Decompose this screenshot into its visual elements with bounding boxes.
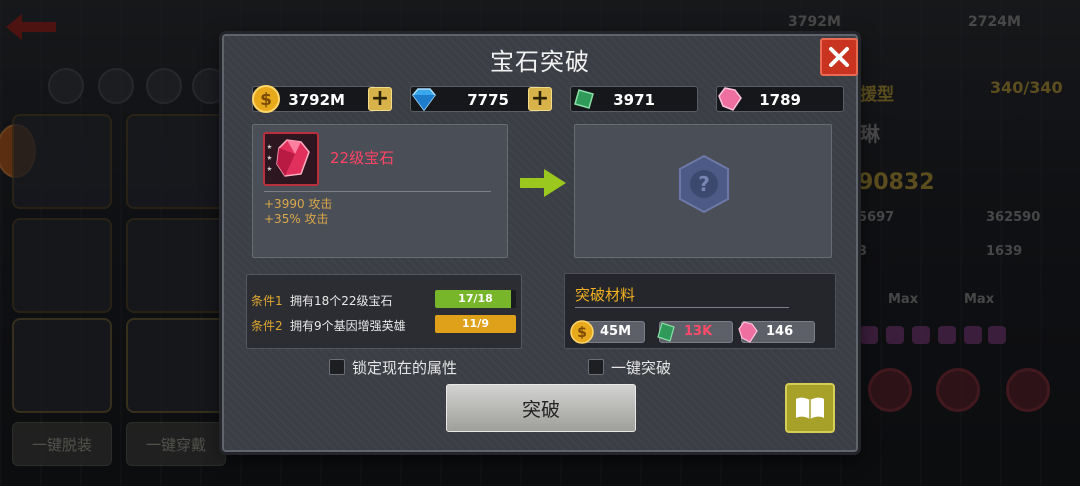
breakthrough-button[interactable]: 突破 (446, 384, 636, 432)
material-green-gem-value: 13K (684, 324, 713, 339)
gem-frame[interactable] (263, 132, 319, 186)
add-diamond-button[interactable]: + (528, 87, 552, 111)
diamond-resource: 7775 (410, 86, 540, 112)
gold-coin-icon: $ (570, 320, 594, 344)
lock-attributes-checkbox[interactable] (329, 359, 345, 375)
oneclick-break-label[interactable]: 一键突破 (611, 357, 671, 378)
gem-stat-2: +35% 攻击 (264, 212, 329, 226)
oneclick-break-checkbox[interactable] (588, 359, 604, 375)
result-gem-panel: ? (574, 124, 832, 258)
divider (575, 307, 789, 308)
gem-name: 22级宝石 (330, 149, 395, 167)
condition-1-label: 条件1 (251, 294, 283, 308)
star-icon (267, 166, 272, 171)
materials-title: 突破材料 (575, 286, 636, 304)
lock-attributes-label[interactable]: 锁定现在的属性 (352, 357, 457, 378)
material-pink-crystal-value: 146 (766, 324, 794, 339)
svg-text:?: ? (698, 172, 710, 196)
gold-resource: $ 3792M (252, 85, 376, 113)
material-gold-value: 45M (600, 324, 632, 339)
pink-crystal-value: 1789 (759, 91, 801, 109)
material-gold: $ 45M (570, 320, 645, 344)
materials-panel: 突破材料 $ 45M 13K 146 (564, 273, 836, 349)
green-gem-icon (657, 322, 675, 342)
ruby-gem-icon (267, 139, 310, 177)
help-book-button[interactable] (785, 383, 835, 433)
dialog-title: 宝石突破 (490, 48, 590, 76)
unknown-gem-icon: ? (679, 154, 729, 214)
condition-2-text: 拥有9个基因增强英雄 (290, 319, 406, 333)
diamond-value: 7775 (467, 91, 509, 109)
gold-coin-icon: $ (252, 85, 280, 113)
green-gem-resource: 3971 (570, 86, 698, 112)
condition-1-progress: 17/18 (435, 290, 516, 308)
close-button[interactable] (820, 38, 858, 76)
green-gem-value: 3971 (613, 91, 655, 109)
pink-crystal-icon (718, 87, 742, 111)
svg-text:$: $ (577, 325, 587, 341)
pink-crystal-icon (738, 321, 758, 343)
material-green-gem: 13K (657, 321, 733, 343)
condition-2-label: 条件2 (251, 319, 283, 333)
condition-2-progress: 11/9 (435, 315, 516, 333)
green-gem-icon (574, 89, 594, 109)
star-icon (267, 144, 272, 149)
gem-breakthrough-dialog: 宝石突破 $ 3792M + 7775 + 3971 1789 22级宝石 +3… (222, 34, 858, 452)
divider (264, 191, 491, 192)
conditions-panel: 条件1 拥有18个22级宝石 17/18 条件2 拥有9个基因增强英雄 11/9 (246, 274, 522, 349)
star-icon (267, 155, 272, 160)
svg-text:$: $ (260, 90, 272, 110)
arrow-right-icon (520, 169, 566, 197)
current-gem-panel: 22级宝石 +3990 攻击 +35% 攻击 (252, 124, 508, 258)
book-icon (796, 397, 824, 419)
pink-crystal-resource: 1789 (716, 86, 844, 112)
material-pink-crystal: 146 (738, 321, 815, 343)
condition-1-text: 拥有18个22级宝石 (290, 294, 393, 308)
diamond-icon (412, 88, 436, 112)
close-icon (829, 47, 849, 67)
add-gold-button[interactable]: + (368, 87, 392, 111)
gold-value: 3792M (288, 91, 345, 109)
